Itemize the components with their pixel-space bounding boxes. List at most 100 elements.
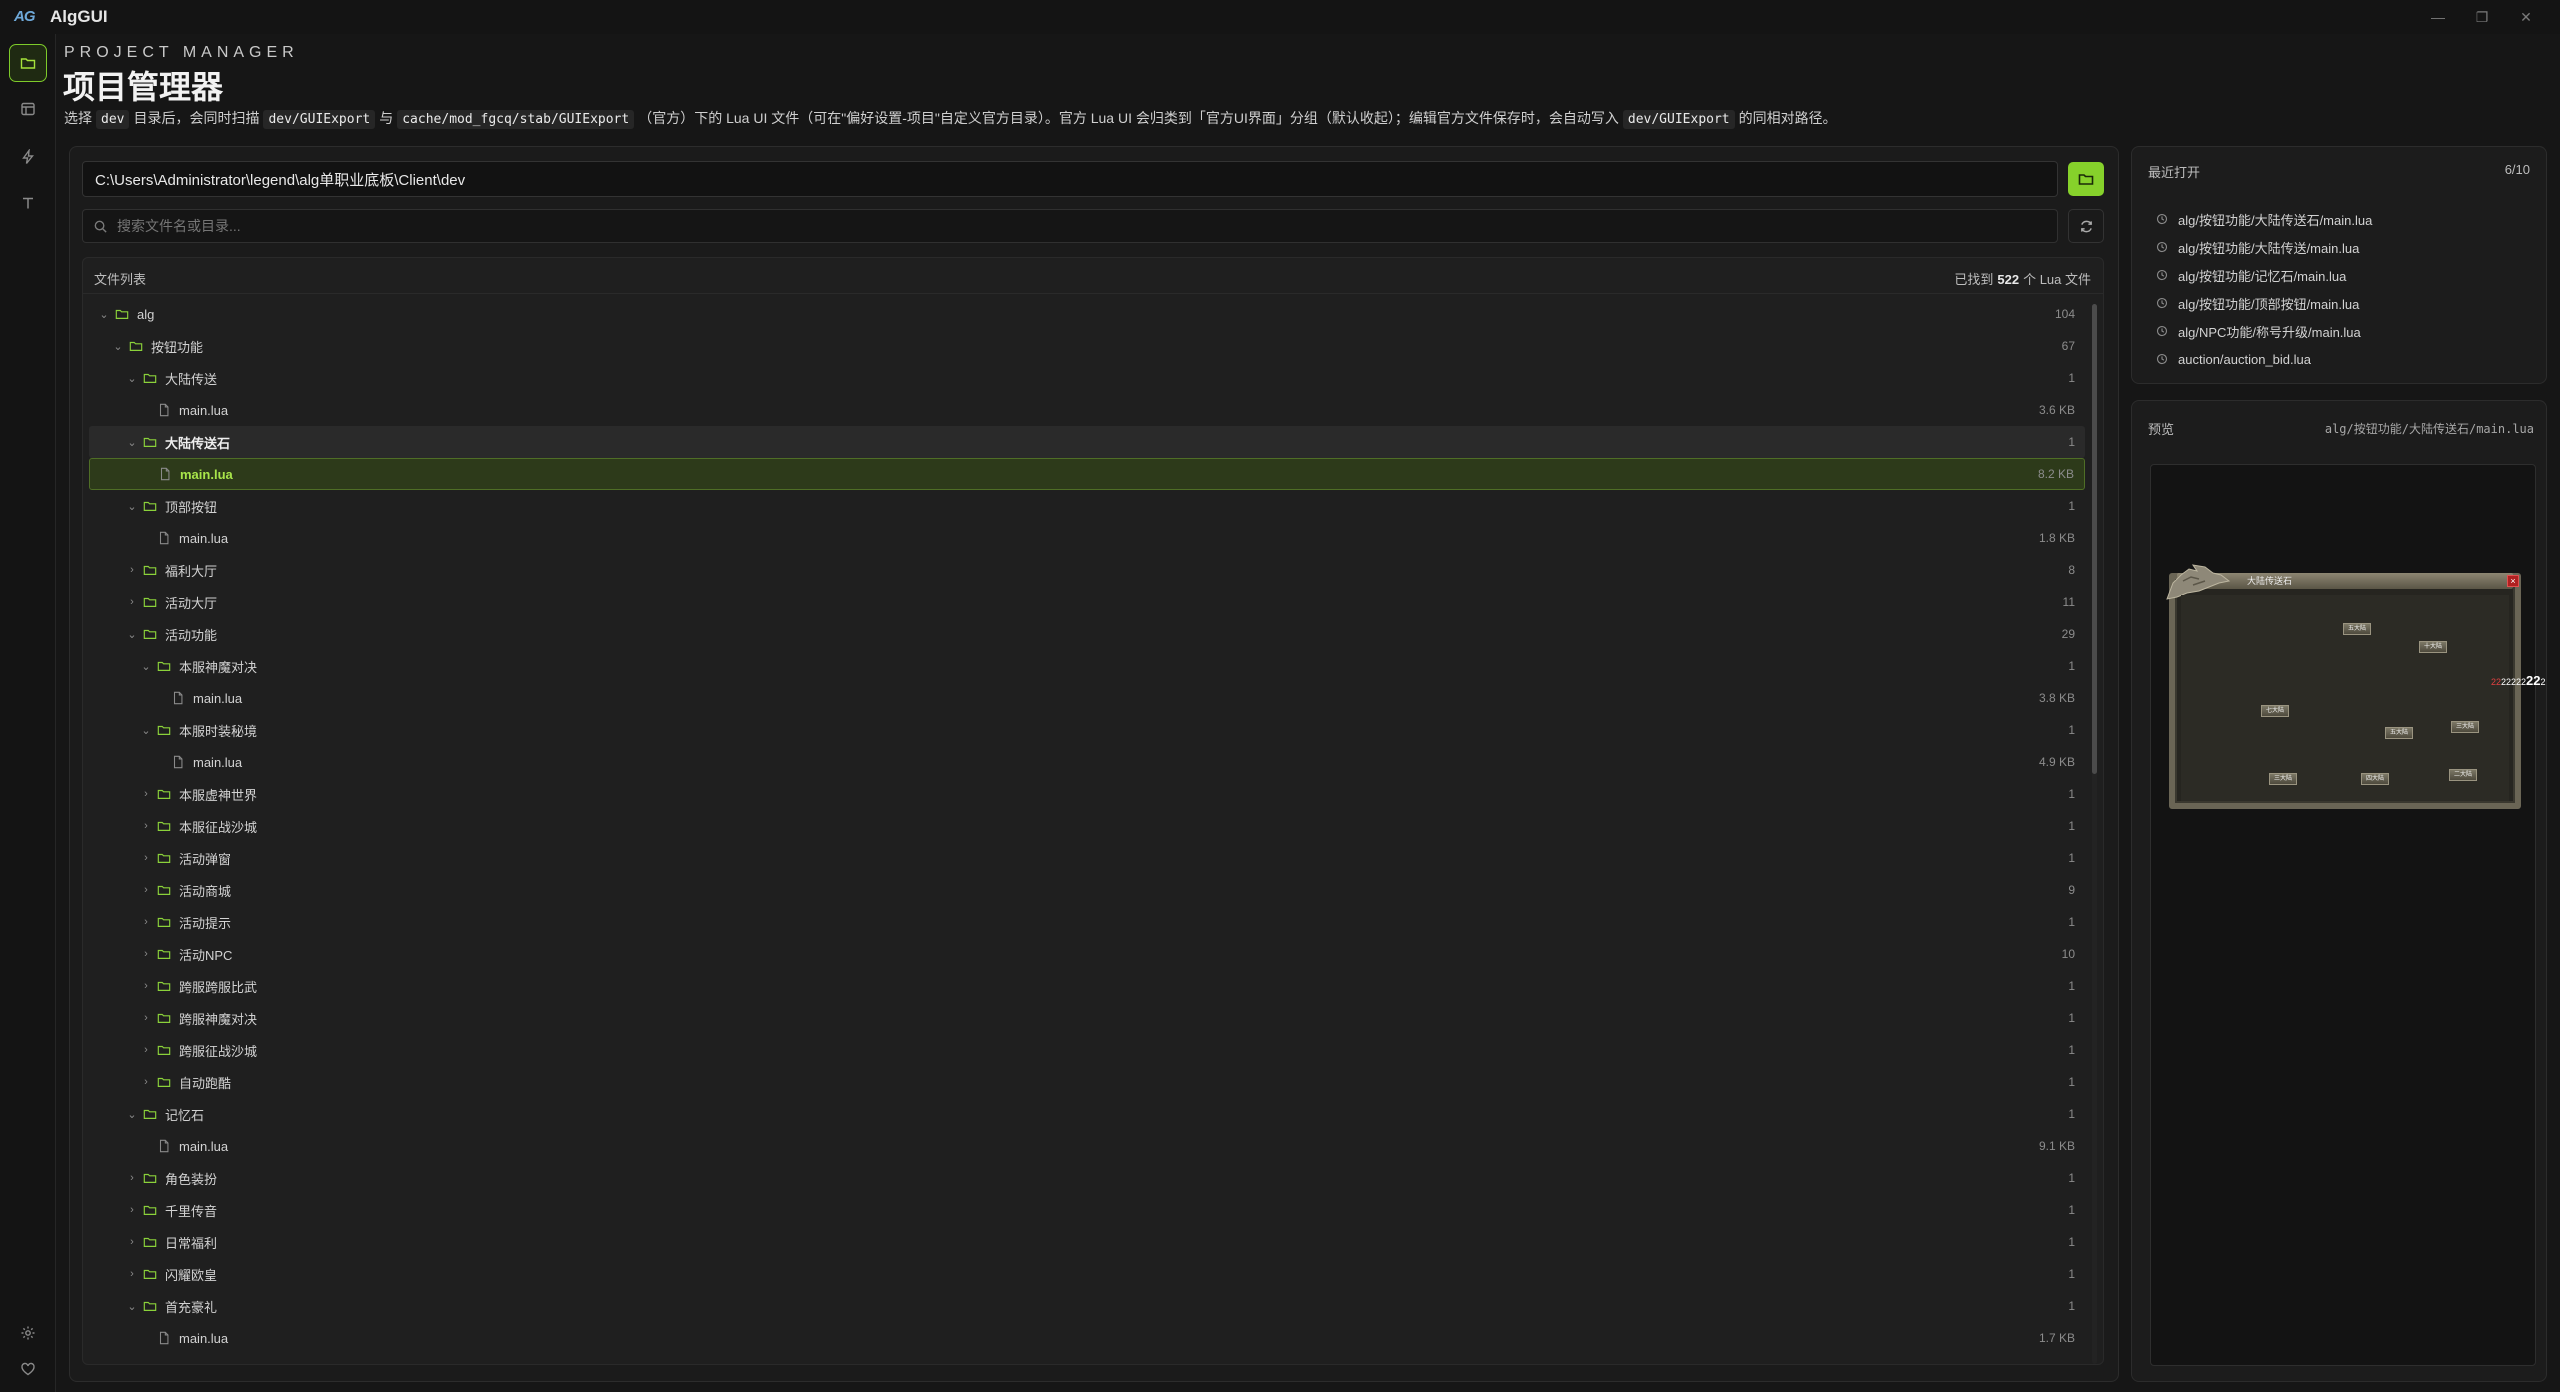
- tree-folder-row[interactable]: › 活动NPC 10: [89, 938, 2085, 970]
- tree-folder-row[interactable]: ⌄ 大陆传送 1: [89, 362, 2085, 394]
- chevron-down-icon[interactable]: ⌄: [125, 372, 139, 385]
- chevron-right-icon[interactable]: ›: [139, 852, 153, 864]
- file-list: 文件列表 已找到 522 个 Lua 文件 ⌄ alg 104 ⌄ 按钮功能 67 ⌄ 大陆传送 1…: [82, 257, 2104, 1365]
- browse-folder-button[interactable]: [2068, 162, 2104, 196]
- tree-file-row[interactable]: main.lua 3.8 KB: [89, 682, 2085, 714]
- tree-file-row[interactable]: main.lua 8.2 KB: [89, 458, 2085, 490]
- page-title: 项目管理器: [63, 69, 224, 105]
- chevron-down-icon[interactable]: ⌄: [139, 660, 153, 673]
- tree-folder-row[interactable]: › 千里传音 1: [89, 1194, 2085, 1226]
- tree-file-row[interactable]: main.lua 1.7 KB: [89, 1322, 2085, 1354]
- chevron-right-icon[interactable]: ›: [139, 884, 153, 896]
- recent-item[interactable]: alg/按钮功能/大陆传送石/main.lua: [2156, 205, 2372, 233]
- chevron-right-icon[interactable]: ›: [139, 1076, 153, 1088]
- chevron-right-icon[interactable]: ›: [139, 788, 153, 800]
- tree-item-name: 跨服征战沙城: [179, 1043, 258, 1059]
- tree-folder-row[interactable]: ⌄ 顶部按钮 1: [89, 490, 2085, 522]
- chevron-down-icon[interactable]: ⌄: [125, 500, 139, 513]
- nav-projects-button[interactable]: [9, 44, 47, 82]
- tree-file-row[interactable]: main.lua 4.9 KB: [89, 746, 2085, 778]
- project-panel: 文件列表 已找到522个 Lua 文件 ⌄ alg 104 ⌄ 按钮功能 67 ⌄ 大陆传送 1…: [69, 146, 2119, 1382]
- minimize-button[interactable]: —: [2416, 0, 2460, 34]
- tree-folder-row[interactable]: ⌄ 活动功能 29: [89, 618, 2085, 650]
- tree-folder-row[interactable]: › 跨服征战沙城 1: [89, 1034, 2085, 1066]
- chevron-down-icon[interactable]: ⌄: [111, 340, 125, 353]
- chevron-right-icon[interactable]: ›: [139, 980, 153, 992]
- nav-text-button[interactable]: [9, 184, 47, 222]
- chevron-right-icon[interactable]: ›: [125, 1236, 139, 1248]
- page-eyebrow: PROJECT MANAGER: [64, 44, 299, 61]
- file-size: 1.8 KB: [2038, 531, 2075, 545]
- chevron-right-icon[interactable]: ›: [125, 1268, 139, 1280]
- tree-folder-row[interactable]: › 本服虚神世界 1: [89, 778, 2085, 810]
- tree-folder-row[interactable]: › 活动弹窗 1: [89, 842, 2085, 874]
- chevron-right-icon[interactable]: ›: [139, 1044, 153, 1056]
- tree-folder-row[interactable]: ⌄ 按钮功能 67: [89, 330, 2085, 362]
- tree-folder-row[interactable]: ⌄ 本服时装秘境 1: [89, 714, 2085, 746]
- tree-folder-row[interactable]: › 活动商城 9: [89, 874, 2085, 906]
- recent-item[interactable]: alg/按钮功能/顶部按钮/main.lua: [2156, 289, 2372, 317]
- chevron-right-icon[interactable]: ›: [139, 916, 153, 928]
- chevron-right-icon[interactable]: ›: [125, 1172, 139, 1184]
- folder-file-count: 11: [2062, 595, 2075, 609]
- chevron-down-icon[interactable]: ⌄: [97, 308, 111, 321]
- project-path-input[interactable]: [82, 161, 2058, 197]
- search-box[interactable]: [82, 209, 2058, 243]
- folder-open-icon: [143, 1299, 157, 1313]
- refresh-button[interactable]: [2068, 209, 2104, 243]
- tree-folder-row[interactable]: › 角色装扮 1: [89, 1162, 2085, 1194]
- nav-actions-button[interactable]: [9, 138, 47, 176]
- chevron-down-icon[interactable]: ⌄: [125, 436, 139, 449]
- tree-folder-row[interactable]: ⌄ alg 104: [89, 298, 2085, 330]
- file-icon: [171, 691, 185, 705]
- tree-folder-row[interactable]: › 日常福利 1: [89, 1226, 2085, 1258]
- tree-folder-row[interactable]: ⌄ 本服神魔对决 1: [89, 650, 2085, 682]
- file-list-scrollbar[interactable]: [2092, 304, 2097, 1364]
- folder-file-count: 1: [2068, 1171, 2075, 1185]
- tree-file-row[interactable]: main.lua 3.6 KB: [89, 394, 2085, 426]
- folder-icon: [143, 595, 157, 609]
- restore-button[interactable]: ❐: [2460, 0, 2504, 34]
- search-input[interactable]: [117, 210, 2017, 242]
- chevron-down-icon[interactable]: ⌄: [125, 1300, 139, 1313]
- tree-file-row[interactable]: main.lua 1.8 KB: [89, 522, 2085, 554]
- chevron-down-icon[interactable]: ⌄: [125, 1108, 139, 1121]
- preview-path: alg/按钮功能/大陆传送石/main.lua: [2324, 422, 2534, 436]
- scrollbar-thumb[interactable]: [2092, 304, 2097, 774]
- close-button[interactable]: ✕: [2504, 0, 2548, 34]
- tree-item-name: 自动跑酷: [179, 1075, 232, 1091]
- recent-item[interactable]: alg/按钮功能/大陆传送/main.lua: [2156, 233, 2372, 261]
- nav-layout-button[interactable]: [9, 90, 47, 128]
- tree-folder-row[interactable]: › 跨服跨服比武 1: [89, 970, 2085, 1002]
- settings-button[interactable]: [9, 1314, 47, 1352]
- chevron-right-icon[interactable]: ›: [139, 948, 153, 960]
- tree-folder-row[interactable]: ⌄ 首充豪礼 1: [89, 1290, 2085, 1322]
- chevron-right-icon[interactable]: ›: [125, 596, 139, 608]
- tree-folder-row[interactable]: ⌄ 记忆石 1: [89, 1098, 2085, 1130]
- tree-folder-row[interactable]: › 本服征战沙城 1: [89, 810, 2085, 842]
- tree-folder-row[interactable]: › 闪耀欧皇 1: [89, 1258, 2085, 1290]
- chevron-down-icon[interactable]: ⌄: [125, 628, 139, 641]
- chevron-right-icon[interactable]: ›: [125, 1204, 139, 1216]
- tree-folder-row[interactable]: ⌄ 大陆传送石 1: [89, 426, 2085, 458]
- tree-folder-row[interactable]: › 跨服神魔对决 1: [89, 1002, 2085, 1034]
- recent-item[interactable]: alg/NPC功能/称号升级/main.lua: [2156, 317, 2372, 345]
- chevron-right-icon[interactable]: ›: [139, 820, 153, 832]
- tree-folder-row[interactable]: › 活动提示 1: [89, 906, 2085, 938]
- favorites-button[interactable]: [9, 1350, 47, 1388]
- tree-folder-row[interactable]: › 福利大厅 8: [89, 554, 2085, 586]
- recent-item[interactable]: auction/auction_bid.lua: [2156, 345, 2372, 373]
- tree-item-name: main.lua: [180, 466, 233, 482]
- chevron-down-icon[interactable]: ⌄: [139, 724, 153, 737]
- game-number-label: 2222222222: [2491, 673, 2546, 688]
- chevron-right-icon[interactable]: ›: [125, 564, 139, 576]
- tree-folder-row[interactable]: › 自动跑酷 1: [89, 1066, 2085, 1098]
- tree-file-row[interactable]: main.lua 9.1 KB: [89, 1130, 2085, 1162]
- file-list-title: 文件列表: [94, 272, 147, 287]
- tree-item-name: 活动NPC: [179, 947, 233, 963]
- tree-folder-row[interactable]: › 活动大厅 11: [89, 586, 2085, 618]
- folder-file-count: 1: [2068, 979, 2075, 993]
- folder-open-icon: [2078, 174, 2094, 185]
- chevron-right-icon[interactable]: ›: [139, 1012, 153, 1024]
- recent-item[interactable]: alg/按钮功能/记忆石/main.lua: [2156, 261, 2372, 289]
